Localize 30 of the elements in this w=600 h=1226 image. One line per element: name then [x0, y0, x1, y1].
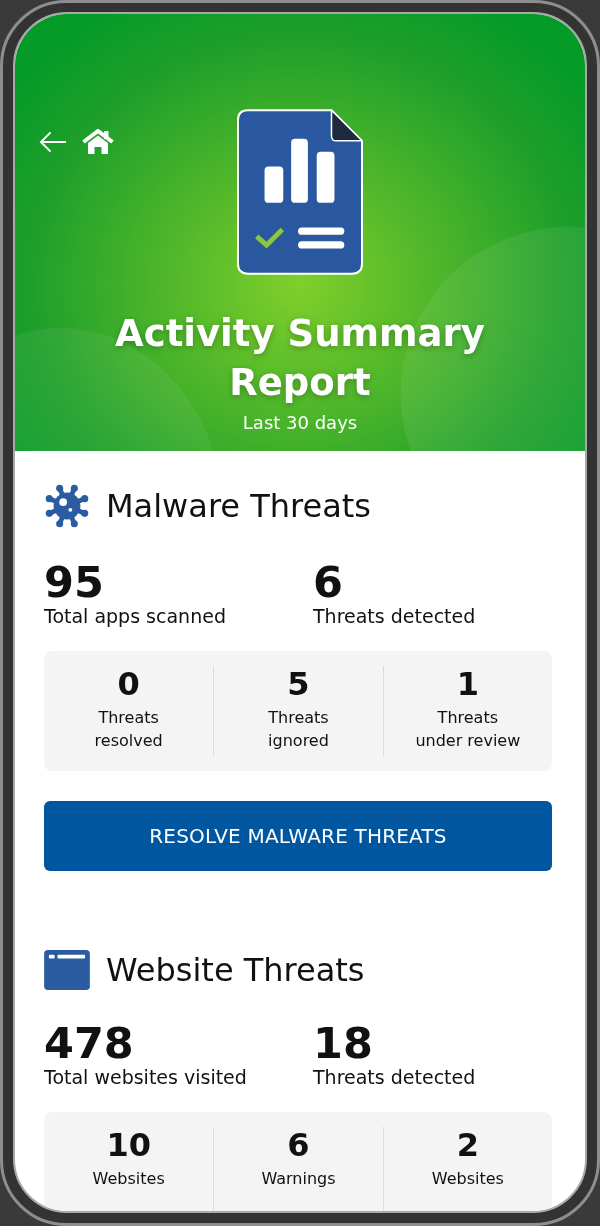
breakdown-value: 2: [456, 1127, 479, 1163]
stat-value: 478: [44, 1021, 135, 1065]
report-subtitle: Last 30 days: [241, 411, 359, 435]
breakdown-value: 1: [456, 666, 479, 702]
report-document-icon: [237, 109, 363, 275]
breakdown-value: 5: [287, 666, 310, 702]
breakdown-value: 0: [117, 666, 140, 702]
breakdown-value: 10: [106, 1127, 151, 1163]
section-title: Malware Threats: [106, 486, 371, 526]
section-title: Website Threats: [106, 950, 365, 990]
stat-label: Total apps scanned: [44, 604, 227, 628]
breakdown-label: Websites: [92, 1168, 165, 1190]
resolve-button[interactable]: RESOLVE MALWARE THREATS: [44, 801, 552, 871]
browser-window-icon: [44, 950, 90, 990]
breakdown-label: Warnings: [261, 1168, 336, 1190]
breakdown-label: Threats ignored: [268, 707, 329, 752]
breakdown-value: 6: [287, 1127, 310, 1163]
home-icon[interactable]: [81, 129, 115, 155]
breakdown-label: Websites: [431, 1168, 504, 1190]
report-title: Activity Summary Report: [114, 311, 486, 406]
breakdown-label: Threats resolved: [94, 707, 163, 752]
stat-value: 18: [313, 1021, 374, 1065]
virus-icon: [44, 483, 90, 529]
back-arrow-icon[interactable]: [38, 130, 67, 154]
stat-label: Total websites visited: [44, 1065, 248, 1089]
breakdown-label: Threats under review: [415, 707, 521, 752]
stat-value: 95: [44, 560, 105, 604]
stat-label: Threats detected: [313, 1065, 477, 1089]
stat-value: 6: [313, 560, 344, 604]
stat-label: Threats detected: [313, 604, 477, 628]
